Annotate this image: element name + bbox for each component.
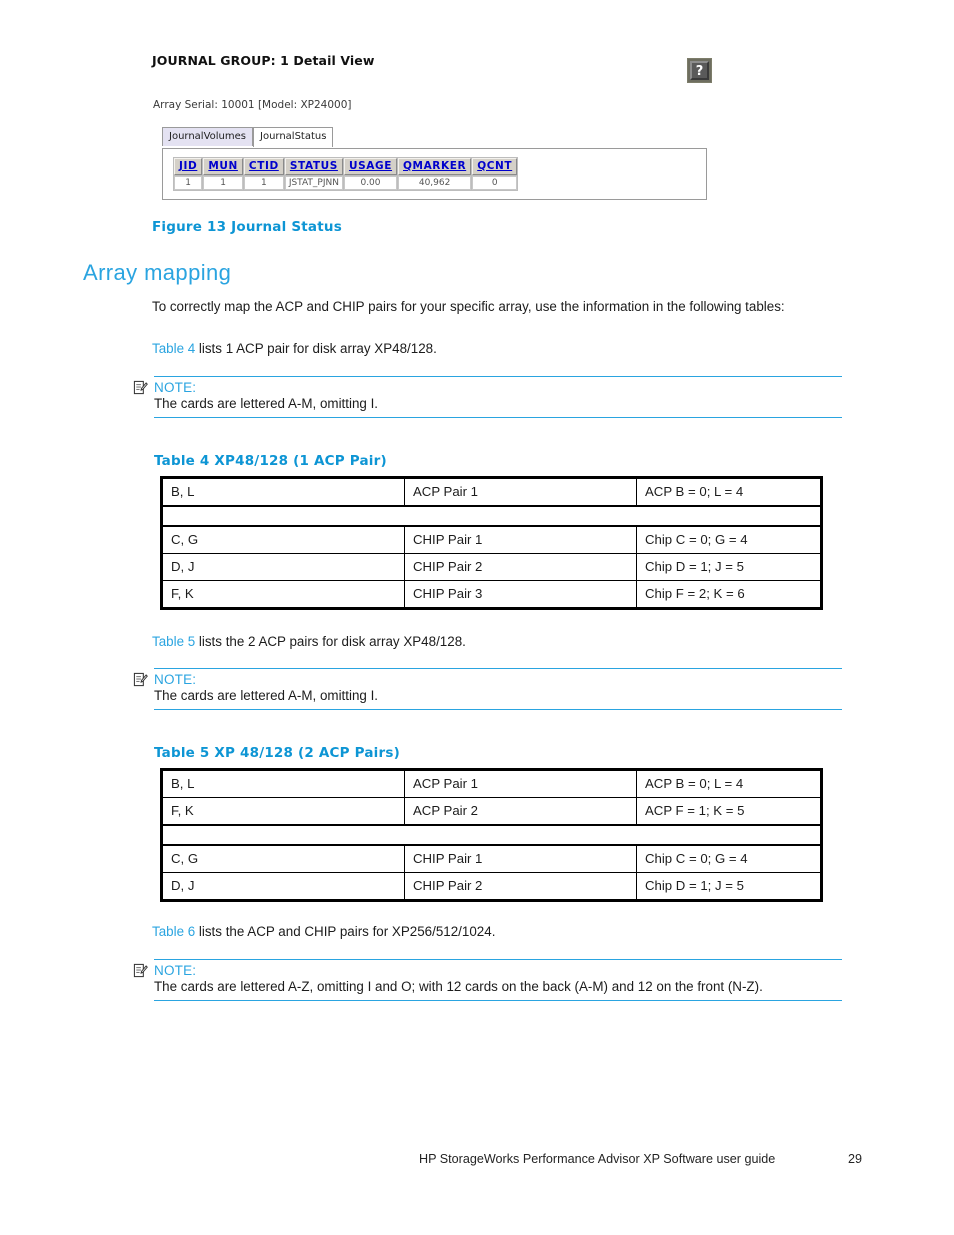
table5-link-rest: lists the 2 ACP pairs for disk array XP4… bbox=[195, 634, 466, 649]
xref-paragraph-table6: Table 6 lists the ACP and CHIP pairs for… bbox=[152, 923, 842, 940]
cell-pair: ACP Pair 1 bbox=[404, 768, 637, 798]
grid-column-qmarker[interactable]: QMARKER bbox=[398, 158, 472, 175]
cell-cards: C, G bbox=[160, 844, 405, 873]
tab-journalvolumes[interactable]: JournalVolumes bbox=[162, 127, 253, 146]
cell-pair: CHIP Pair 1 bbox=[404, 844, 637, 873]
cell-pair: ACP Pair 1 bbox=[404, 476, 637, 507]
figure-caption: Figure 13 Journal Status bbox=[152, 219, 342, 235]
note-label: NOTE: bbox=[154, 380, 197, 395]
table4-link-rest: lists 1 ACP pair for disk array XP48/128… bbox=[195, 341, 437, 356]
cell-pair: ACP Pair 2 bbox=[404, 797, 637, 826]
grid-column-qcnt[interactable]: QCNT bbox=[472, 158, 518, 175]
note-label: NOTE: bbox=[154, 672, 197, 687]
section-heading-array-mapping: Array mapping bbox=[83, 260, 232, 285]
table-row: F, K ACP Pair 2 ACP F = 1; K = 5 bbox=[160, 797, 823, 826]
table5-caption: Table 5 XP 48/128 (2 ACP Pairs) bbox=[154, 745, 400, 761]
cell-mapping: Chip D = 1; J = 5 bbox=[636, 872, 823, 902]
cell-mapping: Chip F = 2; K = 6 bbox=[636, 580, 823, 610]
note-text: The cards are lettered A-Z, omitting I a… bbox=[154, 979, 763, 994]
screenshot-window-title: JOURNAL GROUP: 1 Detail View bbox=[152, 53, 375, 68]
tab-journalstatus[interactable]: JournalStatus bbox=[253, 127, 334, 147]
cell-spacer bbox=[160, 824, 823, 846]
cell-cards: F, K bbox=[160, 580, 405, 610]
cell-pair: CHIP Pair 3 bbox=[404, 580, 637, 610]
note-block-1: NOTE: The cards are lettered A-M, omitti… bbox=[133, 376, 842, 418]
cell-pair: CHIP Pair 2 bbox=[404, 872, 637, 902]
cell-mapping: Chip C = 0; G = 4 bbox=[636, 844, 823, 873]
grid-cell-ctid: 1 bbox=[243, 176, 284, 190]
table-spacer-row bbox=[160, 824, 823, 846]
cell-cards: B, L bbox=[160, 768, 405, 798]
xref-paragraph-table5: Table 5 lists the 2 ACP pairs for disk a… bbox=[152, 633, 842, 650]
table-row: F, K CHIP Pair 3 Chip F = 2; K = 6 bbox=[160, 580, 823, 610]
note-label: NOTE: bbox=[154, 963, 197, 978]
grid-cell-mun: 1 bbox=[203, 176, 243, 190]
note-header: NOTE: bbox=[133, 377, 842, 395]
xref-paragraph-table4: Table 4 lists 1 ACP pair for disk array … bbox=[152, 340, 842, 357]
grid-cell-qcnt: 0 bbox=[472, 176, 518, 190]
cell-mapping: Chip D = 1; J = 5 bbox=[636, 553, 823, 581]
cell-cards: F, K bbox=[160, 797, 405, 826]
cell-cards: B, L bbox=[160, 476, 405, 507]
cell-pair: CHIP Pair 2 bbox=[404, 553, 637, 581]
table-xp48-128-1-acp-pair: B, L ACP Pair 1 ACP B = 0; L = 4 C, G CH… bbox=[160, 476, 823, 610]
table4-caption: Table 4 XP48/128 (1 ACP Pair) bbox=[154, 453, 387, 469]
note-pencil-icon bbox=[133, 963, 148, 978]
grid-column-ctid[interactable]: CTID bbox=[243, 158, 284, 175]
table4-link[interactable]: Table 4 bbox=[152, 341, 195, 356]
cell-cards: C, G bbox=[160, 525, 405, 554]
note-rule-bottom bbox=[154, 417, 842, 418]
table-row: B, L ACP Pair 1 ACP B = 0; L = 4 bbox=[160, 476, 823, 507]
journal-status-panel: JID MUN CTID STATUS USAGE QMARKER QCNT 1… bbox=[162, 148, 707, 200]
document-page: JOURNAL GROUP: 1 Detail View ? Array Ser… bbox=[0, 0, 954, 1235]
note-header: NOTE: bbox=[133, 960, 842, 978]
table5-link[interactable]: Table 5 bbox=[152, 634, 195, 649]
note-pencil-icon bbox=[133, 380, 148, 395]
cell-mapping: ACP B = 0; L = 4 bbox=[636, 476, 823, 507]
array-serial-label: Array Serial: 10001 [Model: XP24000] bbox=[153, 99, 352, 111]
note-pencil-icon bbox=[133, 672, 148, 687]
grid-cell-qmarker: 40,962 bbox=[398, 176, 472, 190]
note-rule-bottom bbox=[154, 709, 842, 710]
table-xp48-128-2-acp-pairs: B, L ACP Pair 1 ACP B = 0; L = 4 F, K AC… bbox=[160, 768, 823, 902]
help-button[interactable]: ? bbox=[687, 58, 712, 83]
tab-strip: JournalVolumes JournalStatus bbox=[162, 127, 334, 147]
table-row: D, J CHIP Pair 2 Chip D = 1; J = 5 bbox=[160, 872, 823, 902]
cell-cards: D, J bbox=[160, 553, 405, 581]
grid-cell-jid: 1 bbox=[174, 176, 203, 190]
cell-spacer bbox=[160, 505, 823, 527]
grid-cell-status: JSTAT_PJNN bbox=[284, 176, 343, 190]
note-header: NOTE: bbox=[133, 669, 842, 687]
note-block-3: NOTE: The cards are lettered A-Z, omitti… bbox=[133, 959, 842, 1001]
grid-cell-usage: 0.00 bbox=[343, 176, 397, 190]
note-rule-bottom bbox=[154, 1000, 842, 1001]
intro-paragraph: To correctly map the ACP and CHIP pairs … bbox=[152, 299, 785, 314]
note-text: The cards are lettered A-M, omitting I. bbox=[154, 688, 379, 703]
cell-mapping: Chip C = 0; G = 4 bbox=[636, 525, 823, 554]
table6-link-rest: lists the ACP and CHIP pairs for XP256/5… bbox=[195, 924, 496, 939]
table-row: C, G CHIP Pair 1 Chip C = 0; G = 4 bbox=[160, 525, 823, 554]
cell-cards: D, J bbox=[160, 872, 405, 902]
journal-status-grid: JID MUN CTID STATUS USAGE QMARKER QCNT 1… bbox=[173, 157, 519, 191]
table-row: D, J CHIP Pair 2 Chip D = 1; J = 5 bbox=[160, 553, 823, 581]
note-block-2: NOTE: The cards are lettered A-M, omitti… bbox=[133, 668, 842, 710]
grid-data-row: 1 1 1 JSTAT_PJNN 0.00 40,962 0 bbox=[174, 176, 518, 190]
footer-guide-title: HP StorageWorks Performance Advisor XP S… bbox=[419, 1152, 776, 1166]
grid-column-jid[interactable]: JID bbox=[174, 158, 203, 175]
table6-link[interactable]: Table 6 bbox=[152, 924, 195, 939]
cell-pair: CHIP Pair 1 bbox=[404, 525, 637, 554]
note-text: The cards are lettered A-M, omitting I. bbox=[154, 396, 379, 411]
question-mark-icon: ? bbox=[690, 61, 709, 80]
grid-column-mun[interactable]: MUN bbox=[203, 158, 243, 175]
grid-header-row: JID MUN CTID STATUS USAGE QMARKER QCNT bbox=[174, 158, 518, 175]
cell-mapping: ACP F = 1; K = 5 bbox=[636, 797, 823, 826]
application-screenshot-figure: JOURNAL GROUP: 1 Detail View ? Array Ser… bbox=[152, 52, 712, 200]
footer-page-number: 29 bbox=[848, 1152, 863, 1166]
table-row: B, L ACP Pair 1 ACP B = 0; L = 4 bbox=[160, 768, 823, 798]
table-row: C, G CHIP Pair 1 Chip C = 0; G = 4 bbox=[160, 844, 823, 873]
cell-mapping: ACP B = 0; L = 4 bbox=[636, 768, 823, 798]
grid-column-status[interactable]: STATUS bbox=[284, 158, 343, 175]
table-spacer-row bbox=[160, 505, 823, 527]
grid-column-usage[interactable]: USAGE bbox=[343, 158, 397, 175]
